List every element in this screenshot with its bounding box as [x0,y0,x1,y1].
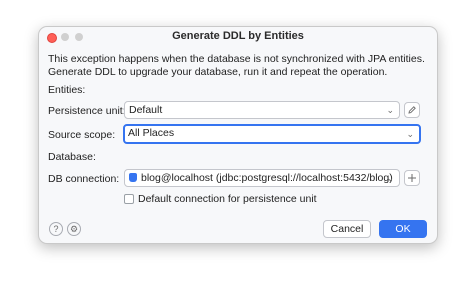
generate-ddl-dialog: Generate DDL by Entities This exception … [38,26,438,244]
postgresql-icon [129,173,137,182]
ok-button[interactable]: OK [379,220,427,238]
db-connection-label: DB connection: [48,173,120,185]
persistence-unit-label: Persistence unit: [48,105,126,117]
info-message-line-2: Generate DDL to upgrade your database, r… [48,66,388,78]
source-scope-value: All Places [128,127,175,139]
chevron-down-icon: ⌄ [386,173,394,183]
entities-section-label: Entities: [48,84,86,96]
default-connection-checkbox[interactable] [124,194,134,204]
help-icon[interactable]: ? [49,222,63,236]
database-section-label: Database: [48,151,96,163]
info-message-line-1: This exception happens when the database… [48,53,425,65]
settings-icon[interactable]: ⚙ [67,222,81,236]
persistence-unit-select[interactable]: Default ⌄ [124,101,400,119]
source-scope-label: Source scope: [48,129,116,141]
source-scope-select[interactable]: All Places ⌄ [123,124,421,144]
chevron-down-icon: ⌄ [386,105,394,115]
title-bar: Generate DDL by Entities [39,27,437,45]
db-connection-select[interactable]: blog@localhost (jdbc:postgresql://localh… [124,169,400,187]
info-message: This exception happens when the database… [48,53,428,79]
edit-persistence-unit-button[interactable] [404,102,420,118]
persistence-unit-value: Default [129,104,163,116]
dialog-title: Generate DDL by Entities [172,30,304,42]
add-connection-button[interactable] [404,170,420,186]
plus-icon [408,174,416,182]
chevron-down-icon: ⌄ [406,129,414,139]
pencil-icon [408,106,416,114]
cancel-button[interactable]: Cancel [323,220,371,238]
db-connection-value: blog@localhost (jdbc:postgresql://localh… [141,172,393,184]
default-connection-label[interactable]: Default connection for persistence unit [138,193,317,205]
